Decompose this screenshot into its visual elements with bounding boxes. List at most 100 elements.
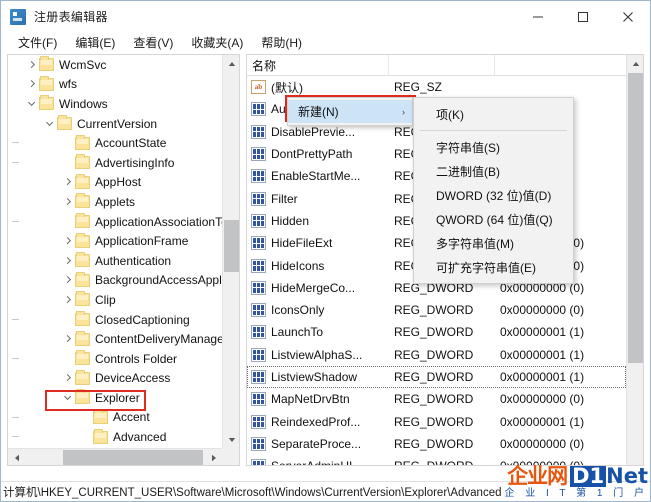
registry-value-row[interactable]: ab (默认) REG_SZ xyxy=(247,76,626,98)
chevron-right-icon[interactable] xyxy=(62,290,75,310)
tree-scroll-thumb[interactable] xyxy=(224,220,239,272)
value-data: 0x00000000 (0) xyxy=(500,436,585,451)
tree-scroll-down-icon[interactable] xyxy=(223,431,239,448)
registry-tree-panel: WcmSvc wfs Windows CurrentVersion AccountSta… xyxy=(7,54,240,466)
submenu-item-2[interactable]: 字符串值(S) xyxy=(414,135,573,159)
value-name: HideIcons xyxy=(271,258,325,273)
registry-value-row[interactable]: SeparateProce... REG_DWORD 0x00000000 (0) xyxy=(247,433,626,455)
tree-item-advanced[interactable]: Advanced xyxy=(8,427,222,447)
registry-value-row[interactable]: ReindexedProf... REG_DWORD 0x00000001 (1) xyxy=(247,410,626,432)
menu-view[interactable]: 查看(V) xyxy=(124,32,182,54)
submenu-item-6[interactable]: 多字符串值(M) xyxy=(414,231,573,255)
registry-value-row[interactable]: IconsOnly REG_DWORD 0x00000000 (0) xyxy=(247,299,626,321)
folder-icon xyxy=(75,369,90,385)
submenu-item-5[interactable]: QWORD (64 位)值(Q) xyxy=(414,207,573,231)
tree-item-deviceaccess[interactable]: DeviceAccess xyxy=(8,369,222,389)
context-menu-item-new[interactable]: 新建(N) › xyxy=(288,100,412,123)
tree-item-applets[interactable]: Applets xyxy=(8,192,222,212)
chevron-right-icon[interactable] xyxy=(62,231,75,251)
registry-value-row[interactable]: ServerAdminUIREG_DWORD0x00000000 (0) xyxy=(247,455,626,465)
registry-tree[interactable]: WcmSvc wfs Windows CurrentVersion AccountSta… xyxy=(8,55,222,448)
registry-value-row[interactable]: LaunchTo REG_DWORD 0x00000001 (1) xyxy=(247,321,626,343)
tree-item-clip[interactable]: Clip xyxy=(8,290,222,310)
column-header-name[interactable]: 名称 xyxy=(247,55,389,76)
tree-item-currentversion[interactable]: CurrentVersion xyxy=(8,114,222,134)
value-name: Hidden xyxy=(271,213,310,228)
list-vertical-scrollbar[interactable] xyxy=(626,55,643,465)
tree-item-contentdeliverymanager[interactable]: ContentDeliveryManager xyxy=(8,329,222,349)
tree-horizontal-scrollbar[interactable] xyxy=(8,448,222,465)
chevron-right-icon[interactable] xyxy=(62,173,75,193)
folder-icon xyxy=(39,56,54,72)
maximize-button[interactable] xyxy=(560,1,605,32)
tree-item-label: Accent xyxy=(113,410,150,425)
list-scroll-up-icon[interactable] xyxy=(627,55,643,72)
close-button[interactable] xyxy=(605,1,650,32)
chevron-down-icon[interactable] xyxy=(62,388,75,408)
list-scroll-thumb[interactable] xyxy=(628,73,643,363)
dword-value-icon xyxy=(251,459,266,465)
dword-value-icon xyxy=(251,236,266,251)
tree-scroll-up-icon[interactable] xyxy=(223,55,239,72)
tree-item-explorer[interactable]: Explorer xyxy=(8,388,222,408)
tree-item-apphost[interactable]: AppHost xyxy=(8,173,222,193)
tree-item-accountstate[interactable]: AccountState xyxy=(8,133,222,153)
tree-item-label: ClosedCaptioning xyxy=(95,312,190,327)
minimize-button[interactable] xyxy=(515,1,560,32)
tree-item-label: CurrentVersion xyxy=(77,116,158,131)
value-data: 0x00000000 (0) xyxy=(500,392,585,407)
tree-vertical-scrollbar[interactable] xyxy=(222,55,239,448)
menu-help[interactable]: 帮助(H) xyxy=(252,32,311,54)
chevron-right-icon[interactable] xyxy=(62,369,75,389)
chevron-right-icon[interactable] xyxy=(62,271,75,291)
column-header-type[interactable] xyxy=(389,55,495,76)
chevron-down-icon[interactable] xyxy=(26,94,39,114)
title-bar: 注册表编辑器 xyxy=(1,1,650,32)
tree-item-advertisinginfo[interactable]: AdvertisingInfo xyxy=(8,153,222,173)
registry-value-row[interactable]: MapNetDrvBtn REG_DWORD 0x00000000 (0) xyxy=(247,388,626,410)
submenu-item-3[interactable]: 二进制值(B) xyxy=(414,159,573,183)
chevron-right-icon[interactable] xyxy=(26,55,39,75)
value-type: REG_DWORD xyxy=(394,325,474,340)
value-data: 0x00000000 (0) xyxy=(495,459,626,465)
tree-item-applicationassociationtoast[interactable]: ApplicationAssociationToast xyxy=(8,212,222,232)
chevron-down-icon[interactable] xyxy=(44,114,57,134)
menu-favorites[interactable]: 收藏夹(A) xyxy=(182,32,252,54)
tree-item-label: AccountState xyxy=(95,136,167,151)
submenu-item-0[interactable]: 项(K) xyxy=(414,102,573,126)
folder-icon xyxy=(75,232,90,248)
menu-bar: 文件(F) 编辑(E) 查看(V) 收藏夹(A) 帮助(H) xyxy=(1,32,650,54)
tree-item-accent[interactable]: Accent xyxy=(8,408,222,428)
folder-icon xyxy=(57,115,72,131)
tree-scroll-left-icon[interactable] xyxy=(8,449,25,465)
tree-hscroll-thumb[interactable] xyxy=(63,450,203,465)
tree-item-closedcaptioning[interactable]: ClosedCaptioning xyxy=(8,310,222,330)
tree-item-wcmsvc[interactable]: WcmSvc xyxy=(8,55,222,75)
chevron-right-icon[interactable] xyxy=(62,251,75,271)
value-name: IconsOnly xyxy=(271,303,325,318)
dword-value-icon xyxy=(251,347,266,362)
value-name: HideFileExt xyxy=(271,236,333,251)
registry-value-row[interactable]: ListviewShadow REG_DWORD 0x00000001 (1) xyxy=(247,365,626,389)
folder-icon xyxy=(75,389,90,405)
chevron-right-icon[interactable] xyxy=(26,75,39,95)
tree-item-windows[interactable]: Windows xyxy=(8,94,222,114)
registry-value-row[interactable]: ListviewAlphaS... REG_DWORD 0x00000001 (1) xyxy=(247,344,626,366)
folder-icon xyxy=(75,193,90,209)
chevron-right-icon[interactable] xyxy=(62,329,75,349)
submenu-item-4[interactable]: DWORD (32 位)值(D) xyxy=(414,183,573,207)
tree-item-applicationframe[interactable]: ApplicationFrame xyxy=(8,231,222,251)
tree-item-backgroundaccessapplicati[interactable]: BackgroundAccessApplicati xyxy=(8,271,222,291)
menu-file[interactable]: 文件(F) xyxy=(9,32,66,54)
chevron-right-icon[interactable] xyxy=(62,192,75,212)
menu-edit[interactable]: 编辑(E) xyxy=(66,32,124,54)
folder-icon xyxy=(75,271,90,287)
tree-item-authentication[interactable]: Authentication xyxy=(8,251,222,271)
tree-item-label: Authentication xyxy=(95,253,172,268)
tree-item-controls-folder[interactable]: Controls Folder xyxy=(8,349,222,369)
submenu-item-7[interactable]: 可扩充字符串值(E) xyxy=(414,255,573,279)
column-header-data[interactable] xyxy=(495,55,643,76)
tree-item-wfs[interactable]: wfs xyxy=(8,75,222,95)
tree-item-label: Windows xyxy=(59,96,108,111)
tree-scroll-right-icon[interactable] xyxy=(205,449,222,465)
